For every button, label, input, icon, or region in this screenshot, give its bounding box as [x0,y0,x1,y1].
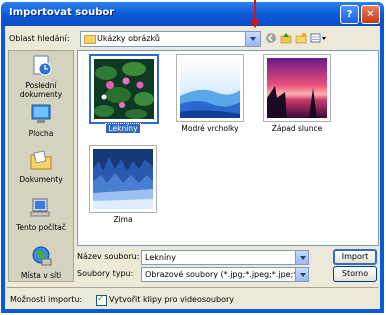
sunset-image [267,58,327,118]
filetype-select[interactable]: Obrazové soubory (*.jpg;*.jpeg;*.jpe;*.j… [141,267,309,282]
place-documents[interactable]: Dokumenty [9,149,73,184]
file-name[interactable]: Modré vrcholky [165,124,255,133]
place-label: Plocha [28,129,54,138]
divider [7,287,378,288]
winter-image [93,149,153,209]
filetype-label: Soubory typu: [77,269,134,278]
desktop-icon [31,104,51,123]
place-my-computer[interactable]: Tento počítač [9,197,73,232]
help-button[interactable]: ? [340,5,359,24]
file-thumbnail[interactable] [263,54,331,122]
create-clips-checkbox[interactable] [96,294,107,306]
place-label: Místa v síti [20,271,62,280]
file-name[interactable]: Lekníny [78,123,168,134]
place-label: Poslední dokumenty [19,81,63,99]
file-name[interactable]: Západ slunce [252,124,342,133]
places-bar: Poslední dokumenty Plocha Dokumenty Tent… [8,50,74,282]
place-label: Tento počítač [16,223,66,232]
place-label: Dokumenty [19,175,63,184]
file-name[interactable]: Zima [78,215,168,224]
chevron-down-icon[interactable] [295,268,308,281]
blue-hills-image [180,58,240,118]
close-button[interactable]: ✕ [361,5,380,24]
up-folder-icon[interactable] [280,32,292,44]
new-folder-icon[interactable] [295,32,307,44]
place-network[interactable]: Místa v síti [9,245,73,280]
filename-value: Lekníny [145,253,176,262]
lookin-label: Oblast hledání: [9,34,70,43]
file-thumbnail[interactable] [89,145,157,213]
filetype-value: Obrazové soubory (*.jpg;*.jpeg;*.jpe;*.j… [145,270,295,279]
recent-documents-icon [33,55,52,76]
title-bar[interactable]: Importovat soubor ? ✕ [1,2,384,26]
water-lilies-image [94,59,154,119]
filename-label: Název souboru: [77,252,140,261]
file-list[interactable]: Lekníny Modré vrcholky Západ slunce Zima [77,50,379,246]
import-dialog: Importovat soubor ? ✕ Oblast hledání: Uk… [1,2,384,313]
create-clips-label[interactable]: Vytvořit klipy pro videosoubory [109,295,234,304]
annotation-arrow [254,0,256,22]
folder-icon [84,35,96,44]
computer-icon [30,198,50,217]
cancel-button[interactable]: Storno [333,266,377,282]
lookin-value: Ukázky obrázků [97,34,160,43]
place-recent-documents[interactable]: Poslední dokumenty [9,55,73,99]
lookin-combo[interactable]: Ukázky obrázků [80,31,261,47]
documents-icon [30,150,52,170]
import-options-label: Možnosti importu: [10,295,83,304]
chevron-down-icon[interactable] [295,251,308,264]
filename-input[interactable]: Lekníny [141,250,309,265]
file-thumbnail[interactable] [89,54,159,124]
view-menu-icon[interactable] [310,32,328,44]
back-icon[interactable] [265,32,277,44]
network-icon [32,246,52,266]
dialog-title: Importovat soubor [9,7,115,18]
dialog-body: Oblast hledání: Ukázky obrázků Poslední … [5,26,380,309]
chevron-down-icon[interactable] [245,32,260,46]
file-thumbnail[interactable] [176,54,244,122]
import-button[interactable]: Import [333,249,377,265]
annotation-arrowhead [250,20,260,28]
place-desktop[interactable]: Plocha [9,103,73,138]
